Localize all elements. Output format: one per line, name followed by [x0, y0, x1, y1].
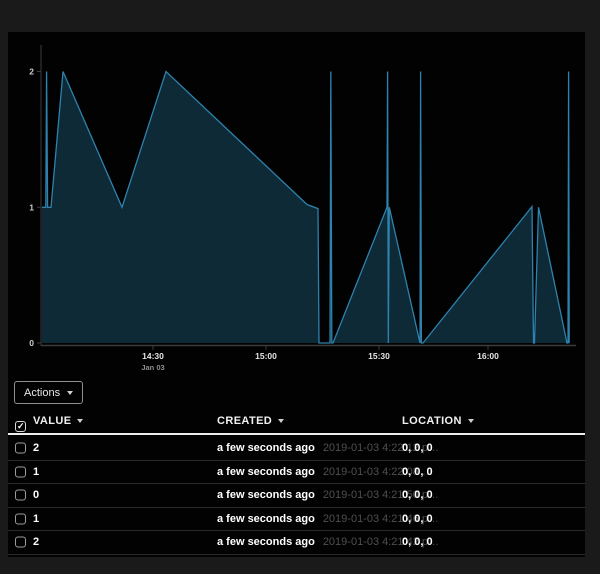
value-cell: 1 — [33, 513, 39, 525]
row-checkbox[interactable] — [15, 466, 26, 477]
created-relative-text: a few seconds ago — [217, 442, 315, 454]
location-cell: 0, 0, 0 — [402, 489, 433, 501]
y-tick-label: 2 — [29, 67, 34, 77]
location-cell: 0, 0, 0 — [402, 536, 433, 548]
location-cell: 0, 0, 0 — [402, 442, 433, 454]
actions-button[interactable]: Actions — [14, 381, 83, 404]
column-header-location[interactable]: LOCATION — [402, 415, 474, 427]
y-tick-label: 0 — [29, 338, 34, 348]
x-axis-ticks: 14:30 Jan 03 15:00 15:30 16:00 — [141, 346, 499, 373]
y-tick-label: 1 — [29, 202, 34, 212]
column-header-value[interactable]: VALUE — [33, 415, 83, 427]
table-row: 2 a few seconds ago2019-01-03 4:21:42 p…… — [8, 531, 585, 555]
created-relative-text: a few seconds ago — [217, 513, 315, 525]
app-background: 0 1 2 14:30 Jan 03 15:00 15:30 16:00 Actions V… — [0, 0, 600, 574]
x-tick-label: 16:00 — [477, 351, 499, 361]
table-body: 2 a few seconds ago2019-01-03 4:22:12 p…… — [8, 437, 585, 555]
actions-button-label: Actions — [24, 387, 60, 399]
table-row: 0 a few seconds ago2019-01-03 4:21:50 p…… — [8, 484, 585, 508]
area-series-fill — [42, 72, 569, 344]
table-row: 2 a few seconds ago2019-01-03 4:22:12 p…… — [8, 437, 585, 461]
table-row: 1 a few seconds ago2019-01-03 4:21:46 p…… — [8, 508, 585, 532]
location-cell: 0, 0, 0 — [402, 513, 433, 525]
x-tick-label: 15:00 — [255, 351, 277, 361]
location-cell: 0, 0, 0 — [402, 466, 433, 478]
table-header-divider — [8, 433, 585, 435]
column-header-value-label: VALUE — [33, 415, 71, 427]
x-tick-sublabel: Jan 03 — [141, 363, 164, 372]
x-tick-label: 14:30 — [142, 351, 164, 361]
sort-caret-icon — [468, 419, 474, 423]
device-data-panel: 0 1 2 14:30 Jan 03 15:00 15:30 16:00 Actions V… — [8, 32, 585, 557]
value-cell: 0 — [33, 489, 39, 501]
created-relative-text: a few seconds ago — [217, 536, 315, 548]
table-row: 1 a few seconds ago2019-01-03 4:22:08 … … — [8, 461, 585, 485]
created-cell: a few seconds ago2019-01-03 4:22:08 … — [217, 466, 433, 478]
column-header-created-label: CREATED — [217, 415, 272, 427]
row-checkbox[interactable] — [15, 443, 26, 454]
x-tick-label: 15:30 — [368, 351, 390, 361]
time-series-chart: 0 1 2 14:30 Jan 03 15:00 15:30 16:00 — [8, 32, 585, 377]
row-checkbox[interactable] — [15, 537, 26, 548]
select-all-checkbox[interactable] — [15, 421, 26, 432]
sort-caret-icon — [278, 419, 284, 423]
created-relative-text: a few seconds ago — [217, 489, 315, 501]
created-relative-text: a few seconds ago — [217, 466, 315, 478]
value-cell: 2 — [33, 442, 39, 454]
y-axis-ticks: 0 1 2 — [29, 67, 41, 349]
row-checkbox[interactable] — [15, 490, 26, 501]
table-header: VALUE CREATED LOCATION — [8, 412, 585, 433]
column-header-location-label: LOCATION — [402, 415, 462, 427]
value-cell: 2 — [33, 536, 39, 548]
column-header-created[interactable]: CREATED — [217, 415, 284, 427]
value-cell: 1 — [33, 466, 39, 478]
sort-caret-icon — [77, 419, 83, 423]
chevron-down-icon — [67, 391, 73, 395]
row-checkbox[interactable] — [15, 513, 26, 524]
